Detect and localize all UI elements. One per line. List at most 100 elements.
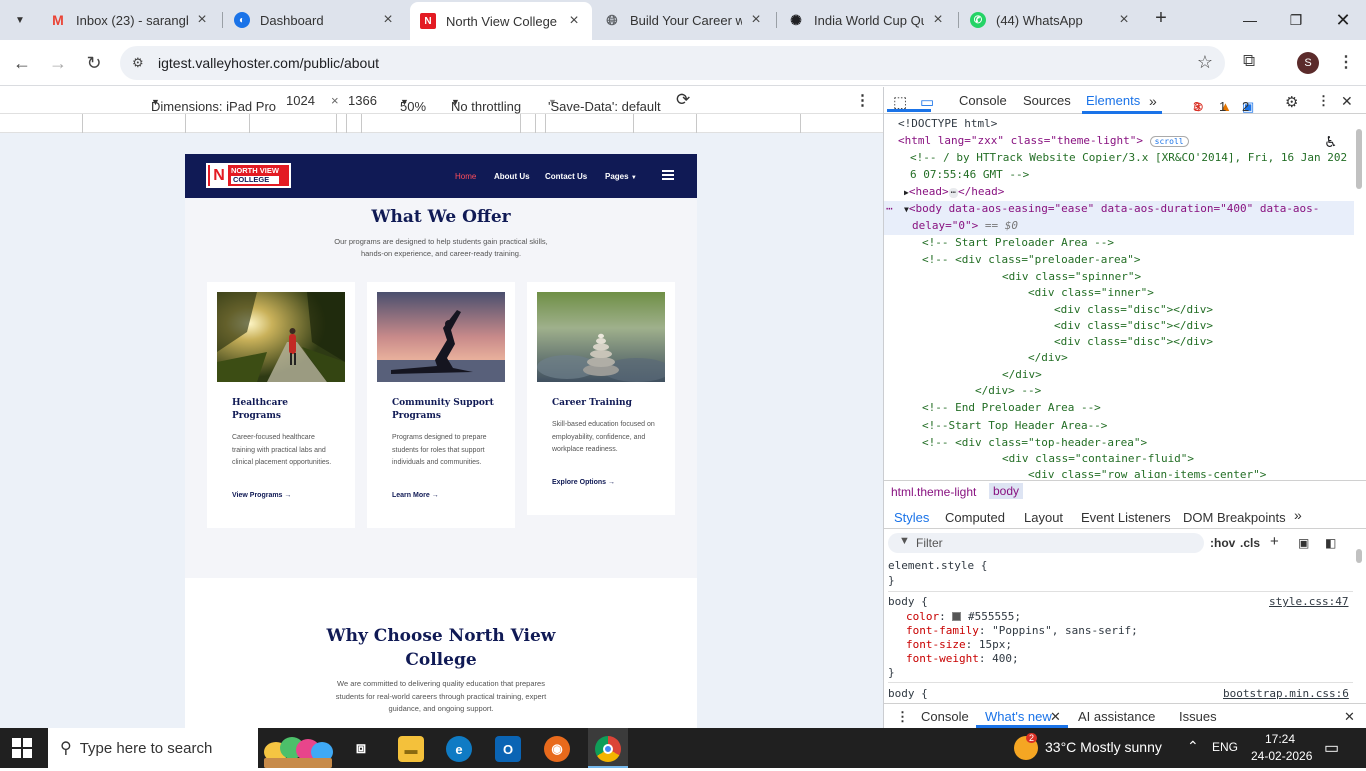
clock-time[interactable]: 17:24	[1265, 732, 1295, 746]
css-source-link[interactable]: style.css:47	[1269, 595, 1348, 609]
css-prop-font-family[interactable]: font-family: "Poppins", sans-serif;	[906, 624, 1138, 638]
css-prop-color[interactable]: color: #555555;	[906, 610, 1021, 624]
browser-tab-india-world-cup[interactable]: ✺ India World Cup Qua ×	[778, 4, 956, 36]
weather-text[interactable]: 33°C Mostly sunny	[1045, 739, 1162, 755]
devtools-more-icon[interactable]: ⋮	[1317, 93, 1330, 109]
extensions-icon[interactable]: ⧉	[1243, 51, 1255, 71]
dom-comment[interactable]: 6 07:55:46 GMT -->	[910, 167, 1029, 184]
styles-filter-input[interactable]: ▼ Filter	[888, 533, 1204, 553]
dom-line-head[interactable]: ▶<head> ⋯ </head>	[904, 184, 1004, 202]
drawer-tab-issues[interactable]: Issues	[1179, 709, 1217, 724]
close-tab-icon[interactable]: ×	[1116, 11, 1132, 29]
drawer-tab-whats-new[interactable]: What's new	[985, 709, 1052, 724]
edge-icon[interactable]: e	[446, 736, 472, 762]
forward-button[interactable]: →	[46, 51, 70, 75]
learn-more-link[interactable]: Learn More →	[392, 492, 439, 499]
dom-comment[interactable]: </div> -->	[975, 383, 1041, 400]
tab-search-button[interactable]: ▼	[8, 8, 32, 32]
college-logo[interactable]: N NORTH VIEW COLLEGE	[206, 163, 291, 188]
dom-comment[interactable]: <div class="disc"></div>	[1054, 334, 1213, 351]
breadcrumb-body[interactable]: body	[989, 483, 1024, 499]
subtab-layout[interactable]: Layout	[1024, 510, 1063, 525]
firefox-icon[interactable]: ◉	[544, 736, 570, 762]
media-query-ruler[interactable]	[0, 114, 883, 133]
sidebar-toggle-icon[interactable]: ◧	[1325, 536, 1336, 550]
close-tab-icon[interactable]: ×	[380, 11, 396, 29]
devtools-tab-elements[interactable]: Elements	[1086, 93, 1140, 108]
nav-about-us[interactable]: About Us	[494, 172, 530, 181]
dom-line-body-cont[interactable]: delay="0"> == $0	[912, 218, 1018, 235]
device-height-input[interactable]: 1366	[348, 93, 377, 108]
breadcrumb-html[interactable]: html.theme-light	[891, 485, 976, 499]
outlook-icon[interactable]: O	[495, 736, 521, 762]
bookmark-star-icon[interactable]: ☆	[1197, 52, 1213, 73]
throttling-select[interactable]: No throttling ▼	[451, 93, 521, 114]
devtools-tab-console[interactable]: Console	[959, 93, 1007, 108]
nav-home[interactable]: Home	[455, 172, 476, 181]
dom-comment[interactable]: <div class="inner">	[1028, 285, 1154, 302]
dom-comment[interactable]: <!-- End Preloader Area -->	[922, 400, 1101, 417]
dom-line[interactable]: <!DOCTYPE html>	[898, 116, 997, 133]
dom-comment[interactable]: <!-- <div class="top-header-area">	[922, 435, 1147, 452]
dom-comment[interactable]: <div class="row align-items-center">	[1028, 467, 1266, 478]
close-devtools-icon[interactable]: ✕	[1341, 93, 1353, 110]
rotate-icon[interactable]: ⟳	[676, 90, 690, 110]
holi-search-highlight-icon[interactable]	[258, 732, 338, 768]
dom-comment[interactable]: <div class="container-fluid">	[1002, 451, 1194, 468]
new-rule-plus-icon[interactable]: +	[1270, 533, 1279, 550]
dom-scrollbar[interactable]	[1354, 117, 1364, 477]
explore-options-link[interactable]: Explore Options →	[552, 479, 615, 486]
css-selector-body[interactable]: body {	[888, 595, 928, 609]
css-prop-font-weight[interactable]: font-weight: 400;	[906, 652, 1019, 666]
back-button[interactable]: ←	[10, 51, 34, 75]
browser-tab-whatsapp[interactable]: ✆ (44) WhatsApp ×	[960, 4, 1142, 36]
nav-pages[interactable]: Pages ▼	[605, 172, 637, 181]
browser-tab-gmail[interactable]: M Inbox (23) - sarangba ×	[40, 4, 220, 36]
dom-comment[interactable]: </div>	[1002, 367, 1042, 384]
subtab-computed[interactable]: Computed	[945, 510, 1005, 525]
browser-tab-dashboard[interactable]: ◐ Dashboard ×	[224, 4, 406, 36]
drawer-menu-icon[interactable]: ⋮	[896, 709, 909, 725]
dom-comment[interactable]: <div class="disc"></div>	[1054, 302, 1213, 319]
windows-start-button[interactable]	[12, 738, 32, 758]
close-tab-icon[interactable]: ×	[566, 12, 582, 30]
device-more-icon[interactable]: ⋮	[855, 91, 870, 109]
settings-gear-icon[interactable]: ⚙	[1285, 93, 1298, 111]
dom-tree[interactable]: <!DOCTYPE html> <html lang="zxx" class="…	[884, 116, 1354, 478]
view-programs-link[interactable]: View Programs →	[232, 492, 291, 499]
close-whats-new-icon[interactable]: ✕	[1050, 709, 1061, 725]
dom-comment[interactable]: <!-- <div class="preloader-area">	[922, 252, 1141, 269]
browser-tab-north-view-college[interactable]: N North View College ×	[410, 2, 592, 40]
dom-line-body[interactable]: ▼<body data-aos-easing="ease" data-aos-d…	[904, 201, 1319, 219]
accessibility-icon[interactable]: ♿︎	[1324, 133, 1337, 151]
drawer-tab-console[interactable]: Console	[921, 709, 969, 724]
drawer-tab-ai-assistance[interactable]: AI assistance	[1078, 709, 1155, 724]
dom-comment[interactable]: <div class="disc"></div>	[1054, 318, 1213, 335]
tray-chevron-up-icon[interactable]: ⌃	[1187, 738, 1199, 755]
subtab-dom-breakpoints[interactable]: DOM Breakpoints	[1183, 510, 1286, 525]
chrome-icon[interactable]	[595, 736, 621, 762]
site-info-icon[interactable]: ⚙	[132, 55, 150, 71]
hov-toggle[interactable]: :hov	[1210, 536, 1235, 550]
close-window-button[interactable]: ✕	[1331, 8, 1355, 32]
save-data-select[interactable]: 'Save-Data': default ▼	[548, 93, 661, 114]
subtab-styles[interactable]: Styles	[894, 510, 929, 525]
minimize-button[interactable]: —	[1238, 8, 1262, 32]
styles-scrollbar[interactable]	[1354, 545, 1364, 695]
new-tab-button[interactable]: +	[1150, 8, 1172, 30]
nav-contact-us[interactable]: Contact Us	[545, 172, 587, 181]
dom-comment[interactable]: <!-- / by HTTrack Website Copier/3.x [XR…	[910, 150, 1347, 167]
close-tab-icon[interactable]: ×	[194, 11, 210, 29]
dom-comment[interactable]: </div>	[1028, 350, 1068, 367]
css-rules-pane[interactable]: element.style { } body { style.css:47 co…	[888, 559, 1353, 699]
hamburger-menu-icon[interactable]	[662, 170, 674, 180]
language-indicator[interactable]: ENG	[1212, 740, 1238, 754]
css-prop-font-size[interactable]: font-size: 15px;	[906, 638, 1012, 652]
more-tabs-icon[interactable]: »	[1149, 93, 1157, 109]
url-text[interactable]: igtest.valleyhoster.com/public/about	[158, 55, 379, 71]
close-drawer-icon[interactable]: ✕	[1344, 709, 1355, 725]
zoom-select[interactable]: 50% ▼	[400, 93, 426, 114]
dom-line-html[interactable]: <html lang="zxx" class="theme-light"> sc…	[898, 133, 1189, 151]
cls-toggle[interactable]: .cls	[1240, 536, 1260, 550]
taskbar-search-box[interactable]: ⚲ Type here to search	[48, 728, 258, 768]
